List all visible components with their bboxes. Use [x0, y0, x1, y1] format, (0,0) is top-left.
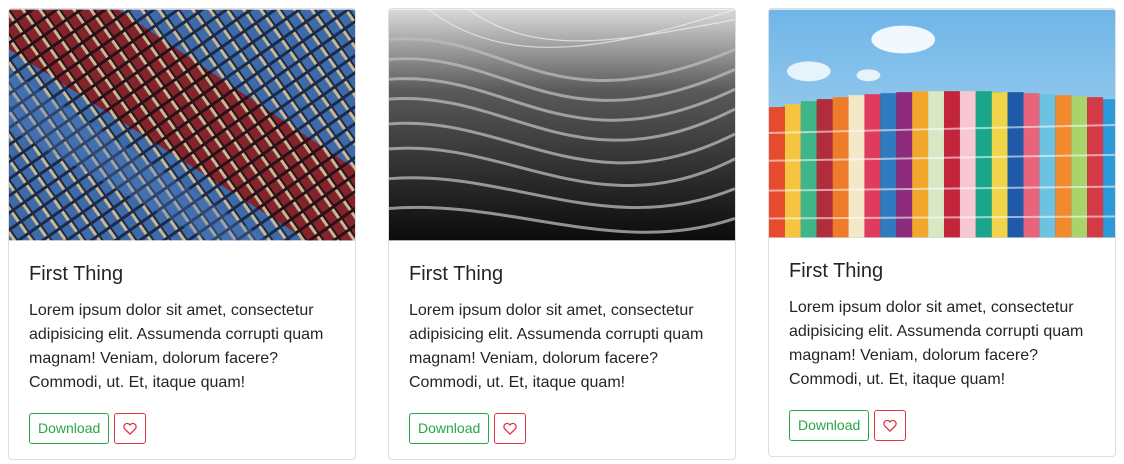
favorite-button[interactable]	[114, 413, 147, 444]
download-button[interactable]: Download	[409, 413, 490, 444]
favorite-button[interactable]	[494, 413, 527, 444]
card-1: First Thing Lorem ipsum dolor sit amet, …	[8, 8, 356, 460]
card-image	[9, 9, 355, 241]
card-image	[769, 9, 1115, 238]
download-button[interactable]: Download	[29, 413, 110, 444]
heart-icon	[503, 422, 518, 435]
card-2: First Thing Lorem ipsum dolor sit amet, …	[388, 8, 736, 460]
card-title: First Thing	[789, 260, 884, 282]
card-title: First Thing	[29, 263, 124, 285]
card-actions: Download	[29, 413, 335, 444]
card-title: First Thing	[409, 263, 504, 285]
download-button[interactable]: Download	[789, 410, 870, 441]
favorite-button[interactable]	[874, 410, 907, 441]
heart-icon	[883, 419, 898, 432]
card-actions: Download	[409, 413, 715, 444]
card-actions: Download	[789, 410, 1095, 441]
card-text: Lorem ipsum dolor sit amet, consectetur …	[29, 302, 324, 391]
card-text: Lorem ipsum dolor sit amet, consectetur …	[409, 302, 704, 391]
card-text: Lorem ipsum dolor sit amet, consectetur …	[789, 299, 1084, 388]
heart-icon	[123, 422, 138, 435]
card-3: First Thing Lorem ipsum dolor sit amet, …	[768, 8, 1116, 457]
card-image	[389, 9, 735, 241]
